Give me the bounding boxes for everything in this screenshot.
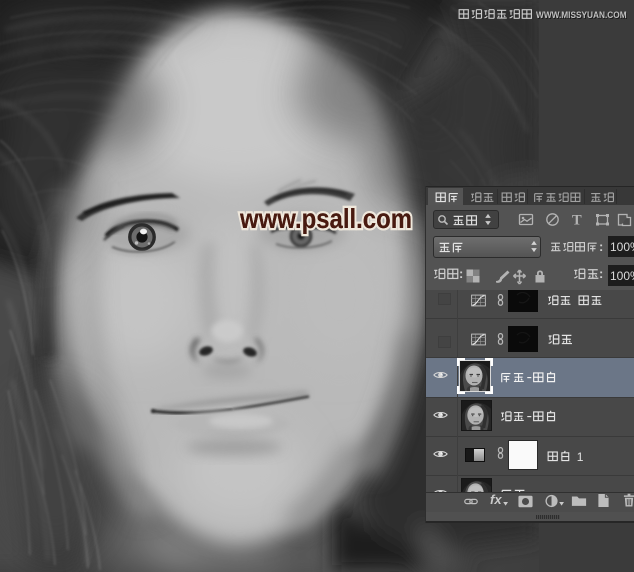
svg-text:1: 1 — [577, 450, 584, 462]
svg-text:www.psall.com: www.psall.com — [239, 203, 412, 234]
svg-text:T: T — [572, 213, 582, 228]
